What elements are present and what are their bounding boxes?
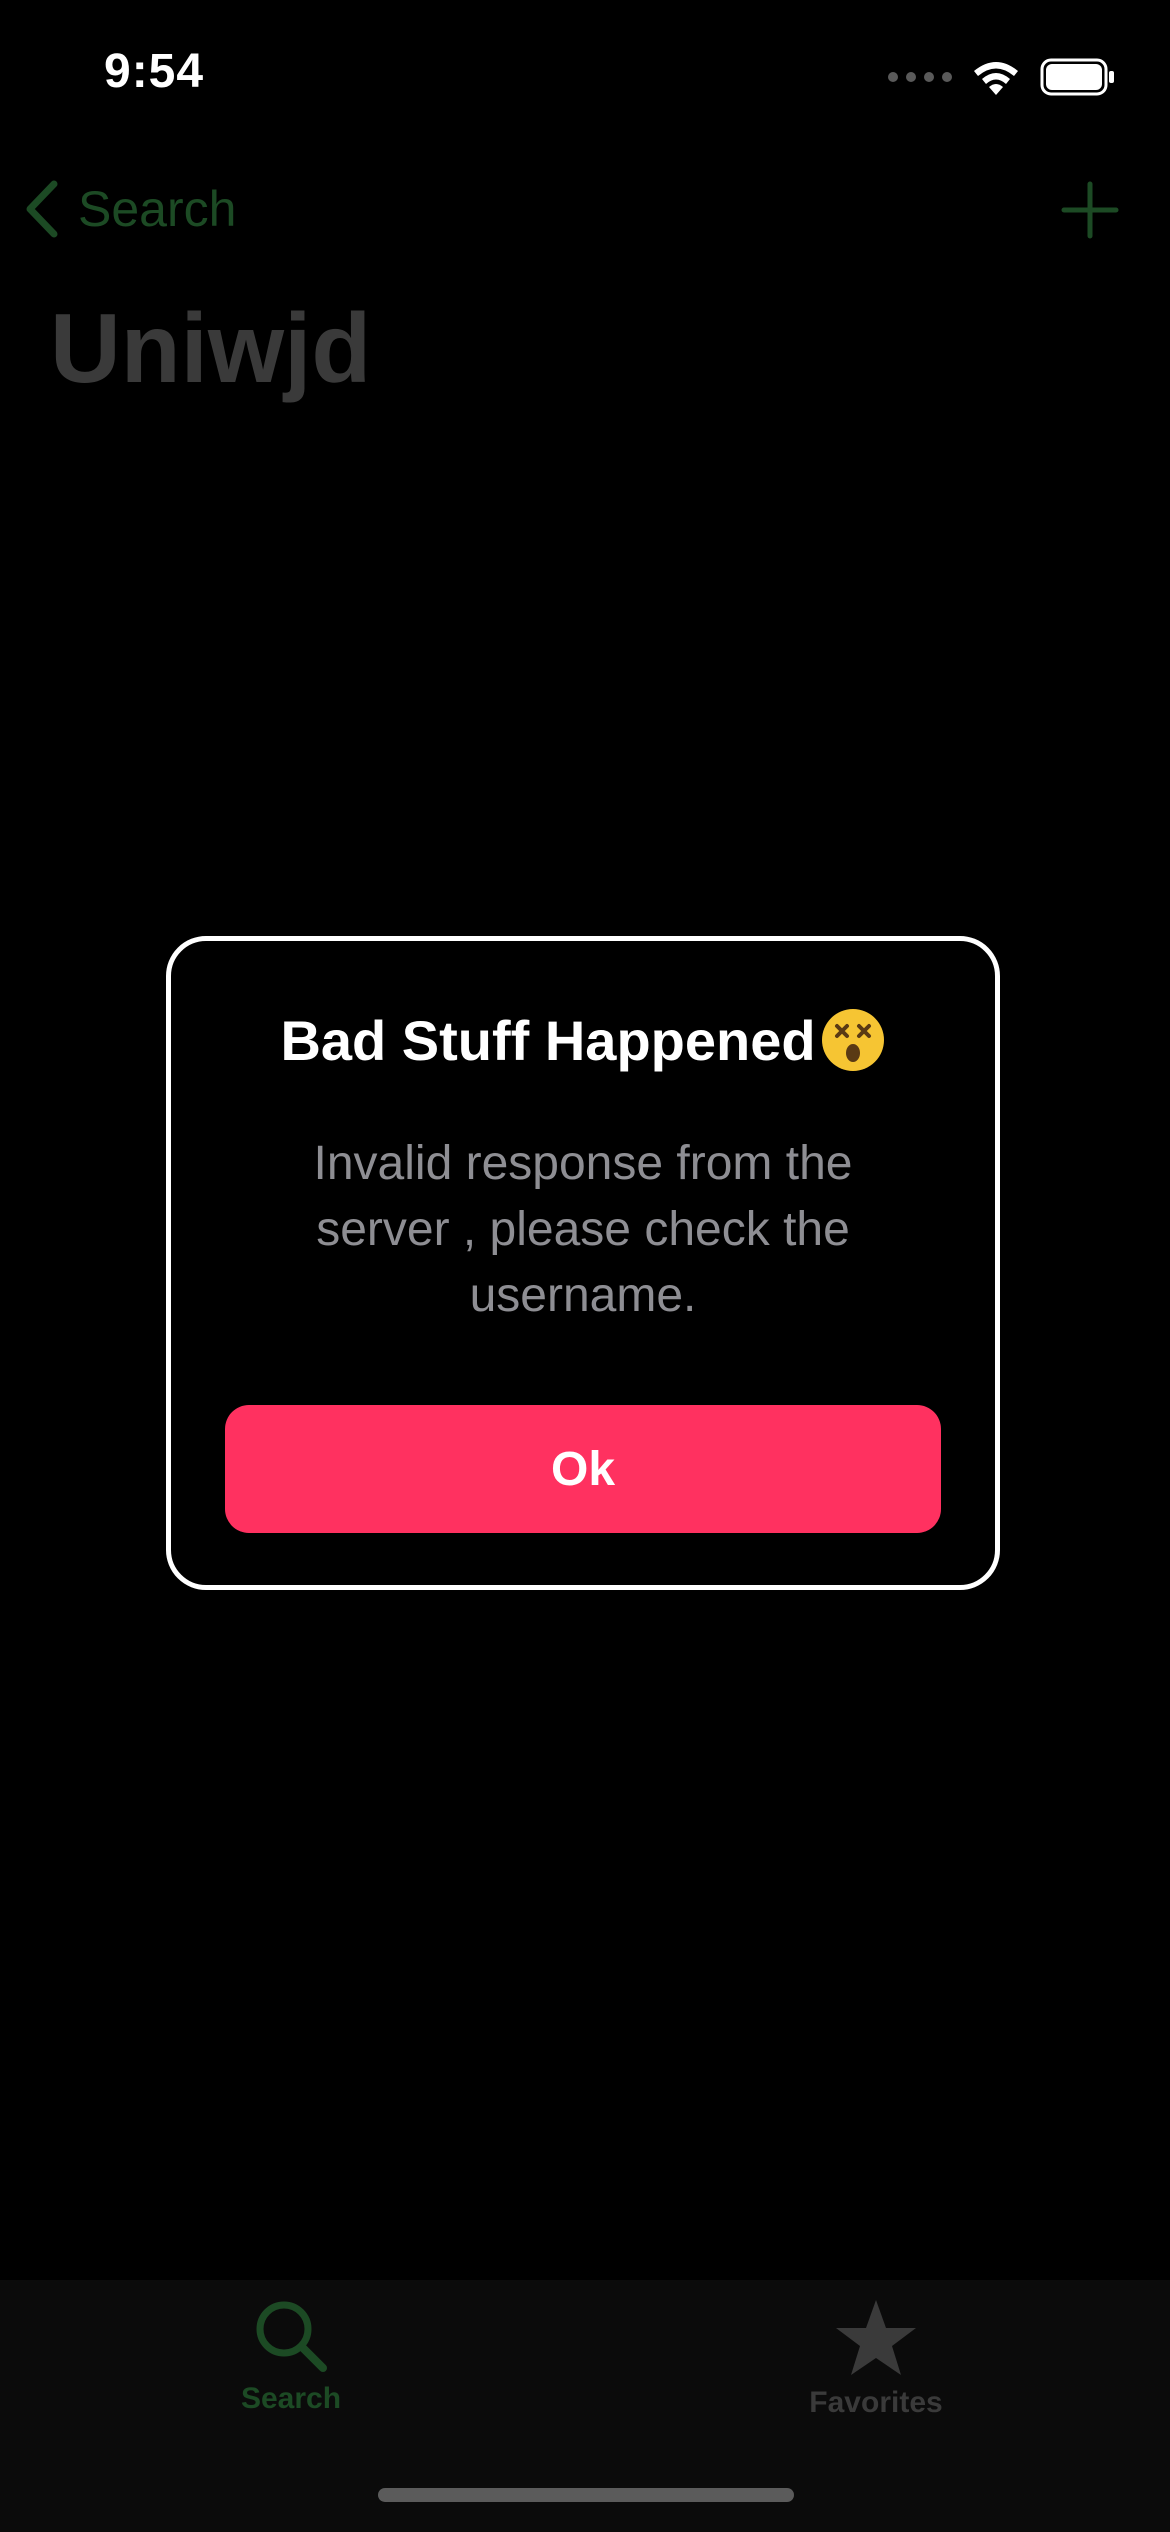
back-button[interactable]: Search — [22, 180, 236, 238]
home-indicator — [378, 2488, 794, 2502]
alert-dialog: Bad Stuff Happened Invalid response from… — [166, 936, 1000, 1590]
back-button-label: Search — [78, 181, 237, 237]
alert-title: Bad Stuff Happened — [280, 1008, 816, 1072]
status-icons — [888, 52, 1116, 102]
status-bar: 9:54 — [0, 0, 1170, 140]
magnifying-glass-icon — [256, 2301, 327, 2372]
tab-favorites[interactable]: Favorites — [726, 2298, 1026, 2420]
tab-search-label: Search — [240, 2382, 342, 2415]
cellular-signal-icon — [888, 72, 952, 82]
alert-message: Invalid response from the server , pleas… — [313, 1137, 853, 1322]
dizzy-face-emoji-icon — [821, 1009, 884, 1071]
navigation-bar: Search — [0, 160, 1170, 260]
alert-title-row: Bad Stuff Happened — [171, 1007, 995, 1073]
tab-favorites-label: Favorites — [809, 2386, 943, 2419]
ok-button[interactable]: Ok — [225, 1405, 941, 1533]
battery-icon — [1040, 58, 1114, 96]
star-icon — [836, 2300, 916, 2375]
page-title: Uniwjd — [50, 293, 372, 403]
plus-icon[interactable] — [1060, 180, 1120, 240]
chevron-left-icon — [26, 180, 58, 238]
wifi-icon — [974, 62, 1018, 95]
tab-search[interactable]: Search — [141, 2298, 441, 2416]
status-time: 9:54 — [104, 45, 205, 98]
